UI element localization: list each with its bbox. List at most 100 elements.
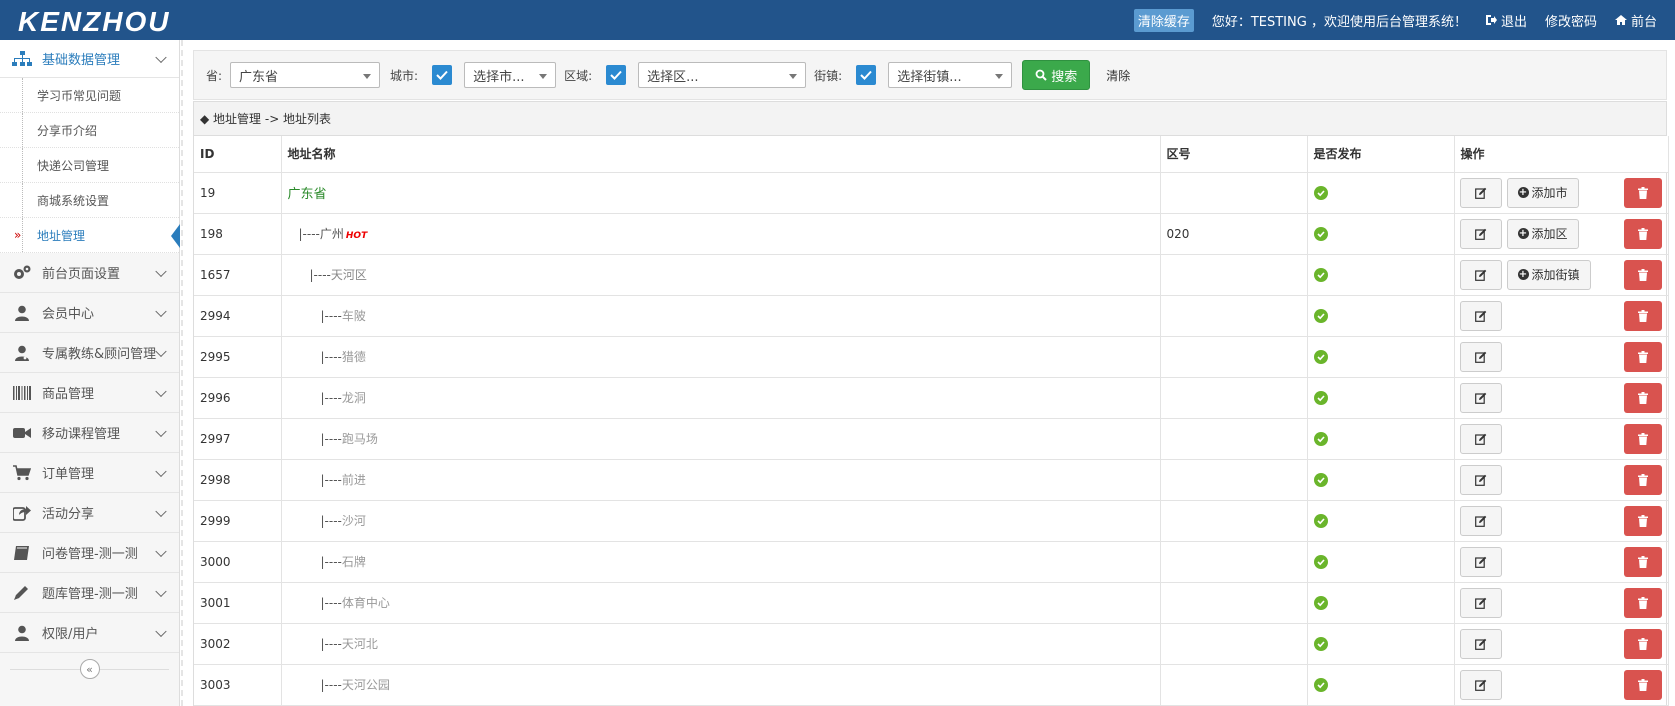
trash-icon xyxy=(1637,391,1648,404)
edit-button[interactable] xyxy=(1459,505,1502,536)
edit-icon xyxy=(1474,310,1486,322)
sidebar-menu-item[interactable]: 问卷管理-测一测 xyxy=(0,533,179,573)
delete-button[interactable] xyxy=(1623,382,1662,413)
address-name-text: 跑马场 xyxy=(341,432,378,446)
city-select[interactable]: 选择市... xyxy=(464,62,557,88)
sidebar-sub-item[interactable]: » 地址管理 xyxy=(0,218,180,253)
edit-button[interactable] xyxy=(1459,464,1502,495)
sidebar-sub-item[interactable]: 快递公司管理 xyxy=(0,148,179,183)
delete-button[interactable] xyxy=(1623,464,1662,495)
delete-button[interactable] xyxy=(1623,423,1662,454)
sidebar-menu-item[interactable]: 会员中心 xyxy=(0,293,179,333)
edit-icon xyxy=(1474,351,1486,363)
user-icon xyxy=(12,305,32,321)
check-circle-icon xyxy=(1313,390,1328,405)
delete-button[interactable] xyxy=(1623,300,1662,331)
edit-button[interactable] xyxy=(1459,218,1502,249)
delete-button[interactable] xyxy=(1623,628,1662,659)
sidebar-menu-item[interactable]: 活动分享 xyxy=(0,493,179,533)
sidebar-sub-item[interactable]: 分享币介绍 xyxy=(0,113,179,148)
sidebar-sub-item[interactable]: 商城系统设置 xyxy=(0,183,179,218)
logo[interactable]: KENZHOU xyxy=(18,6,170,38)
table-row: 3001 |----体育中心 xyxy=(194,582,1669,624)
district-select[interactable]: 选择区... xyxy=(638,62,807,88)
street-label: 街镇: xyxy=(814,68,843,83)
sidebar-menu-item[interactable]: 前台页面设置 xyxy=(0,253,179,293)
search-button[interactable]: 搜索 xyxy=(1022,60,1091,90)
address-name: |----跑马场 xyxy=(288,432,378,446)
chevron-down-icon xyxy=(155,505,167,517)
table-row: 3003 |----天河公园 xyxy=(194,664,1669,706)
add-child-button[interactable]: + 添加市 xyxy=(1506,177,1579,208)
clear-button[interactable]: 清除 xyxy=(1106,67,1130,84)
logout-link[interactable]: 退出 xyxy=(1485,11,1527,30)
edit-button[interactable] xyxy=(1459,300,1502,331)
sidebar-menu-item[interactable]: 权限/用户 xyxy=(0,613,179,653)
add-child-button[interactable]: + 添加区 xyxy=(1506,218,1579,249)
barcode-icon xyxy=(12,385,32,401)
city-checkbox[interactable] xyxy=(432,65,453,85)
address-name: |----猎德 xyxy=(288,350,366,364)
chevron-down-icon xyxy=(155,465,167,477)
edit-button[interactable] xyxy=(1459,669,1502,700)
edit-button[interactable] xyxy=(1459,587,1502,618)
trash-icon xyxy=(1637,596,1648,609)
address-name-text: 沙河 xyxy=(341,514,366,528)
sidebar-menu-item[interactable]: 商品管理 xyxy=(0,373,179,413)
sidebar-menu-label: 商品管理 xyxy=(42,387,95,402)
delete-button[interactable] xyxy=(1623,669,1662,700)
cell-published xyxy=(1307,541,1455,583)
edit-button[interactable] xyxy=(1459,341,1502,372)
check-circle-icon xyxy=(1313,185,1328,200)
cell-name: |----龙洞 xyxy=(281,377,1161,419)
sidebar-menu-item[interactable]: 移动课程管理 xyxy=(0,413,179,453)
cell-published xyxy=(1307,377,1455,419)
edit-button[interactable] xyxy=(1459,177,1502,208)
city-label: 城市: xyxy=(390,68,419,83)
delete-button[interactable] xyxy=(1623,505,1662,536)
plus-circle-icon: + xyxy=(1517,269,1529,280)
sidebar-menu-label: 活动分享 xyxy=(42,507,95,522)
tree-prefix: |---- xyxy=(320,473,342,487)
delete-button[interactable] xyxy=(1623,546,1662,577)
delete-button[interactable] xyxy=(1623,259,1662,290)
delete-button[interactable] xyxy=(1623,177,1662,208)
chevron-down-icon xyxy=(155,51,167,63)
add-child-button[interactable]: + 添加街镇 xyxy=(1506,259,1591,290)
cell-id: 2996 xyxy=(194,377,282,419)
sidebar-menu-label: 题库管理-测一测 xyxy=(42,587,138,602)
sidebar-menu-item[interactable]: 订单管理 xyxy=(0,453,179,493)
address-name-text: 车陂 xyxy=(341,309,366,323)
edit-button[interactable] xyxy=(1459,423,1502,454)
delete-button[interactable] xyxy=(1623,587,1662,618)
sidebar: 基础数据管理 学习币常见问题 分享币介绍 快递公司管理 商城系统设置 » 地址管理 前台页… xyxy=(0,40,180,706)
sidebar-sub-item[interactable]: 学习币常见问题 xyxy=(0,78,179,113)
clear-cache-button[interactable]: 清除缓存 xyxy=(1133,8,1194,32)
header-code: 区号 xyxy=(1160,136,1308,173)
edit-button[interactable] xyxy=(1459,546,1502,577)
table-row: 198 |----广州 HOT 020 + 添加区 xyxy=(194,213,1669,255)
sidebar-group-basic-data[interactable]: 基础数据管理 xyxy=(0,40,179,78)
delete-button[interactable] xyxy=(1623,218,1662,249)
street-select[interactable]: 选择街镇... xyxy=(888,62,1013,88)
trash-icon xyxy=(1637,432,1648,445)
province-select[interactable]: 广东省 xyxy=(230,62,381,88)
collapse-sidebar-button[interactable]: « xyxy=(79,659,100,679)
street-checkbox[interactable] xyxy=(856,65,877,85)
sidebar-menu-item[interactable]: 题库管理-测一测 xyxy=(0,573,179,613)
sitemap-icon xyxy=(12,50,32,67)
district-checkbox[interactable] xyxy=(606,65,627,85)
table-row: 19 广东省 + 添加市 xyxy=(194,172,1669,214)
tree-prefix: |---- xyxy=(320,637,342,651)
change-password-link[interactable]: 修改密码 xyxy=(1545,11,1597,30)
frontend-link[interactable]: 前台 xyxy=(1614,11,1657,30)
cell-published xyxy=(1307,295,1455,337)
sidebar-menu-item[interactable]: 专属教练&顾问管理 xyxy=(0,333,179,373)
tree-prefix: |---- xyxy=(320,555,342,569)
edit-button[interactable] xyxy=(1459,382,1502,413)
chevron-down-icon xyxy=(155,305,167,317)
delete-button[interactable] xyxy=(1623,341,1662,372)
trash-icon xyxy=(1637,473,1648,486)
edit-button[interactable] xyxy=(1459,259,1502,290)
edit-button[interactable] xyxy=(1459,628,1502,659)
